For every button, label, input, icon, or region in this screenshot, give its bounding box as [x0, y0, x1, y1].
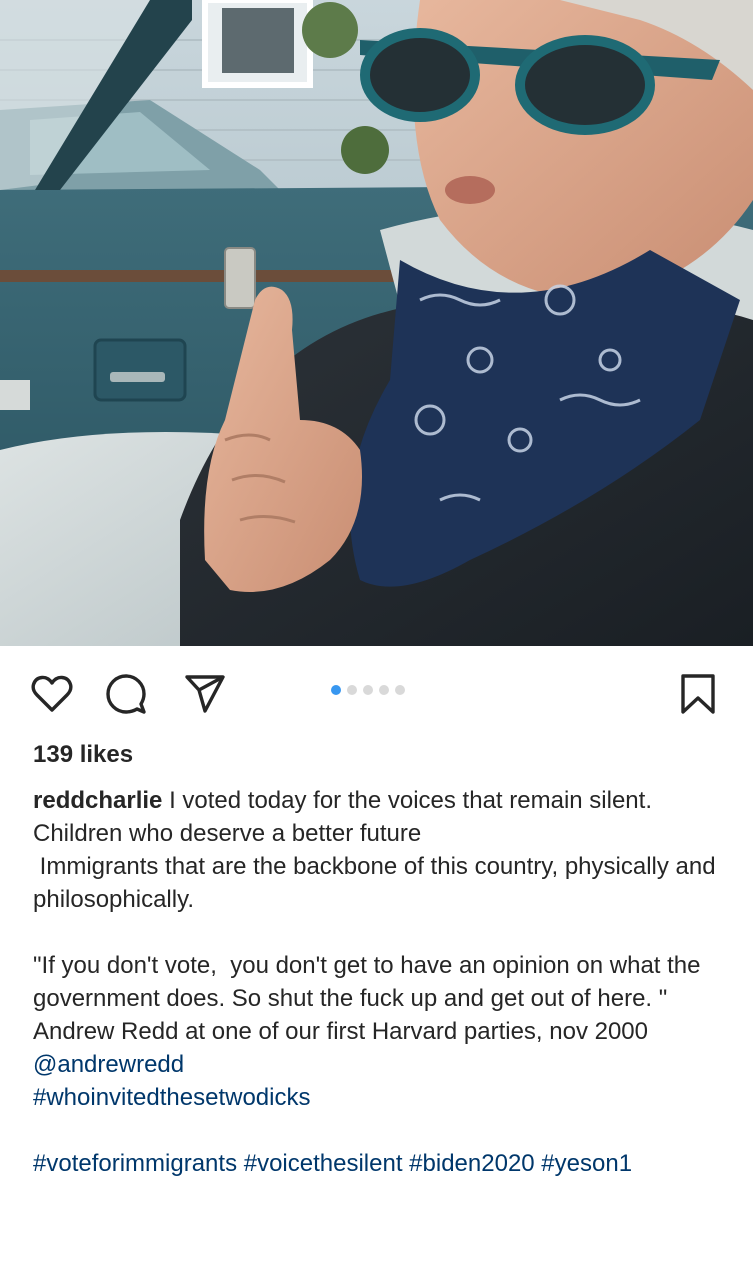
like-count[interactable]: 139 likes — [33, 738, 133, 772]
caption-first-line: reddcharlie I voted today for the voices… — [33, 784, 723, 817]
carousel-indicator — [331, 684, 405, 696]
caption-quote: "If you don't vote, you don't get to hav… — [33, 952, 708, 1045]
post-caption: reddcharlie I voted today for the voices… — [33, 784, 723, 1180]
carousel-dot-2[interactable] — [347, 685, 357, 695]
heart-icon — [31, 675, 73, 712]
carousel-dot-4[interactable] — [379, 685, 389, 695]
paper-plane-icon — [185, 675, 225, 713]
username-link[interactable]: reddcharlie — [33, 787, 162, 814]
caption-spacer-2 — [33, 1114, 723, 1147]
hashtag-links[interactable]: #voteforimmigrants #voicethesilent #bide… — [33, 1147, 723, 1180]
mention-link[interactable]: @andrewredd — [33, 1048, 723, 1081]
post-photo[interactable] — [0, 0, 753, 646]
carousel-dot-1[interactable] — [331, 685, 341, 695]
caption-line-1: I voted today for the voices that remain… — [169, 787, 652, 814]
post-action-bar — [0, 646, 753, 736]
carousel-dot-3[interactable] — [363, 685, 373, 695]
caption-line-2: Children who deserve a better future — [33, 820, 422, 847]
selfie-illustration — [0, 0, 753, 646]
like-button[interactable] — [30, 672, 74, 716]
bookmark-icon — [681, 674, 715, 714]
save-button[interactable] — [676, 672, 720, 716]
hashtag-link[interactable]: #whoinvitedthesetwodicks — [33, 1081, 723, 1114]
share-button[interactable] — [183, 672, 227, 716]
comment-button[interactable] — [104, 672, 148, 716]
comment-bubble-icon — [106, 674, 146, 714]
carousel-dot-5[interactable] — [395, 685, 405, 695]
caption-line-3: Immigrants that are the backbone of this… — [33, 853, 723, 913]
